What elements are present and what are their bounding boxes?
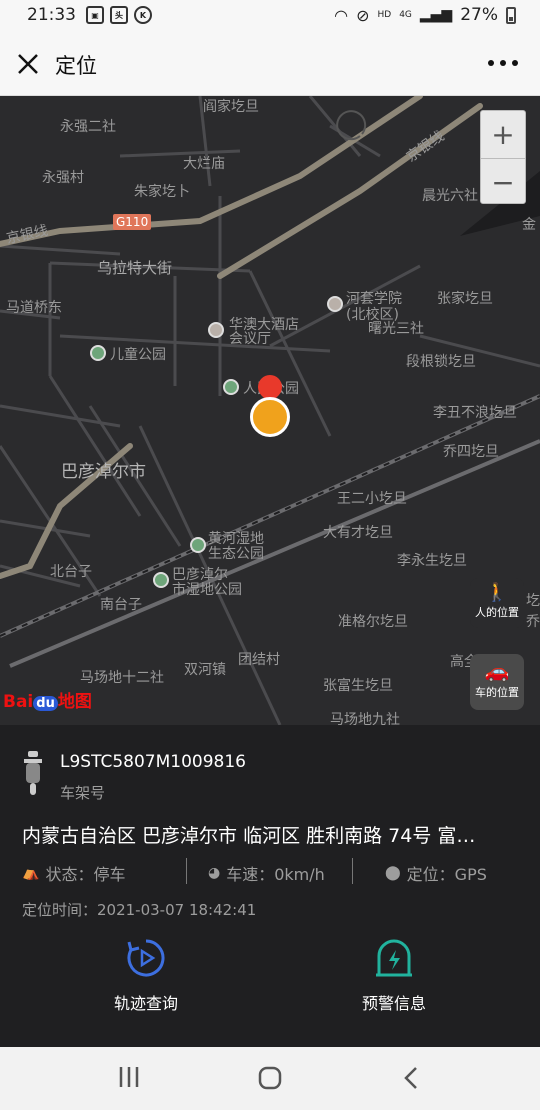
- map-label: 永强二社: [60, 119, 116, 135]
- map-label: 永强村: [42, 170, 84, 186]
- alert-info-button[interactable]: 预警信息: [324, 938, 464, 1014]
- map-label: 马场地九社: [330, 712, 400, 725]
- battery-icon: [506, 6, 516, 24]
- map-label: 阎家圪旦: [203, 99, 259, 115]
- school-poi-icon[interactable]: [327, 296, 343, 312]
- location-pin-icon: ⬤: [385, 865, 401, 881]
- park-poi-icon[interactable]: [90, 345, 106, 361]
- track-query-button[interactable]: 轨迹查询: [76, 938, 216, 1014]
- home-icon[interactable]: [257, 1065, 283, 1091]
- map-label: 市湿地公园: [172, 582, 242, 598]
- toutiao-icon: 头: [110, 6, 128, 24]
- hotel-poi-icon[interactable]: [208, 322, 224, 338]
- close-icon[interactable]: [14, 50, 42, 78]
- vin-number: L9STC5807M1009816: [60, 752, 246, 772]
- parking-icon: ⛺: [22, 865, 40, 881]
- map-label: 朱家圪卜: [134, 184, 190, 200]
- map-view[interactable]: 阎家圪旦 永强二社 大烂庙 永强村 朱家圪卜 京银线 京银线 晨光六社 金 G1…: [0, 96, 540, 725]
- zoom-in-button[interactable]: +: [481, 111, 525, 158]
- alert-info-label: 预警信息: [361, 994, 426, 1013]
- map-label: 巴彦淖尔市: [61, 462, 146, 482]
- alert-lightning-icon: [376, 939, 412, 977]
- speed-stat: ◕ 车速：0km/h: [208, 861, 325, 885]
- status-bar: 21:33 ▣ 头 K ◠ ⊘ HD 4G ▂▄▆ 27%: [0, 0, 540, 34]
- track-query-label: 轨迹查询: [113, 994, 178, 1013]
- map-label: 曙光三社: [368, 321, 424, 337]
- map-label: 张富生圪旦: [323, 678, 393, 694]
- map-label: 双河镇: [184, 662, 226, 678]
- map-label: 乔: [526, 614, 540, 630]
- system-navigation-bar: [0, 1047, 540, 1110]
- track-replay-icon: [127, 939, 165, 977]
- map-label: 乔四圪旦: [443, 444, 499, 460]
- map-label: 北台子: [50, 564, 92, 580]
- signal-icon: ▂▄▆: [419, 7, 453, 23]
- wifi-icon: ◠: [334, 5, 349, 25]
- status-time: 21:33: [27, 5, 76, 25]
- walking-person-icon: 🚶: [485, 582, 509, 603]
- locate-stat: ⬤ 定位：GPS: [385, 861, 487, 885]
- speed-text: 车速：0km/h: [226, 865, 325, 884]
- hd-indicator: HD: [377, 10, 392, 20]
- page-title: 定位: [55, 54, 97, 78]
- scooter-icon: [24, 751, 42, 795]
- map-label: 生态公园: [208, 546, 264, 562]
- person-location-button[interactable]: 🚶 人的位置: [470, 578, 524, 628]
- map-label: 马场地十二社: [80, 670, 164, 686]
- map-label: 圪: [526, 593, 540, 609]
- map-label: 乌拉特大街: [97, 259, 173, 277]
- status-stat: ⛺ 状态：停车: [22, 861, 125, 885]
- road-badge-g110: G110: [113, 214, 152, 230]
- car-icon: 🚗: [484, 659, 510, 683]
- park-poi-icon[interactable]: [223, 379, 239, 395]
- map-label: 团结村: [238, 652, 280, 668]
- vehicle-location-marker[interactable]: [249, 370, 291, 439]
- map-label: 李丑不浪圪旦: [433, 405, 517, 421]
- car-location-button[interactable]: 🚗 车的位置: [470, 654, 524, 710]
- signal-4g: 4G: [399, 10, 412, 20]
- recent-apps-icon[interactable]: [118, 1065, 140, 1089]
- zoom-control: + −: [480, 110, 526, 204]
- status-text: 状态：停车: [45, 865, 126, 884]
- car-location-label: 车的位置: [475, 686, 519, 699]
- car-marker-icon: [250, 397, 290, 437]
- map-label: 段根锁圪旦: [406, 354, 476, 370]
- map-label: 南台子: [100, 597, 142, 613]
- park-poi-icon[interactable]: [153, 572, 169, 588]
- map-label: 金: [522, 217, 536, 233]
- locate-time: 定位时间：2021-03-07 18:42:41: [22, 901, 257, 919]
- vehicle-address: 内蒙古自治区 巴彦淖尔市 临河区 胜利南路 74号 富…: [22, 825, 476, 847]
- k-icon: K: [134, 6, 152, 24]
- battery-percent: 27%: [460, 5, 498, 25]
- map-label: 准格尔圪旦: [338, 614, 408, 630]
- image-icon: ▣: [86, 6, 104, 24]
- stat-divider: [352, 858, 353, 884]
- baidu-map-logo: Bai du 地图: [3, 692, 92, 712]
- map-label: 儿童公园: [110, 347, 166, 363]
- speedometer-icon: ◕: [208, 865, 221, 881]
- map-label: 晨光六社: [422, 188, 478, 204]
- map-label: 大烂庙: [183, 156, 225, 172]
- person-location-label: 人的位置: [475, 606, 519, 619]
- more-options-icon[interactable]: [488, 60, 518, 66]
- vehicle-stats: ⛺ 状态：停车 ◕ 车速：0km/h ⬤ 定位：GPS: [22, 858, 522, 884]
- dnd-icon: ⊘: [356, 5, 370, 25]
- stat-divider: [186, 858, 187, 884]
- map-label: 大有才圪旦: [323, 525, 393, 541]
- top-nav-bar: 定位: [0, 34, 540, 96]
- vehicle-info-panel: L9STC5807M1009816 车架号 内蒙古自治区 巴彦淖尔市 临河区 胜…: [0, 725, 540, 1047]
- vin-label: 车架号: [60, 784, 106, 802]
- map-label: 张家圪旦: [437, 291, 493, 307]
- back-icon[interactable]: [402, 1065, 420, 1091]
- map-label: 会议厅: [229, 331, 271, 347]
- locate-mode-text: 定位：GPS: [406, 865, 487, 884]
- park-poi-icon[interactable]: [190, 537, 206, 553]
- map-label: 马道桥东: [6, 300, 62, 316]
- map-label: 王二小圪旦: [337, 491, 407, 507]
- map-label: 李永生圪旦: [397, 553, 467, 569]
- zoom-out-button[interactable]: −: [481, 158, 525, 205]
